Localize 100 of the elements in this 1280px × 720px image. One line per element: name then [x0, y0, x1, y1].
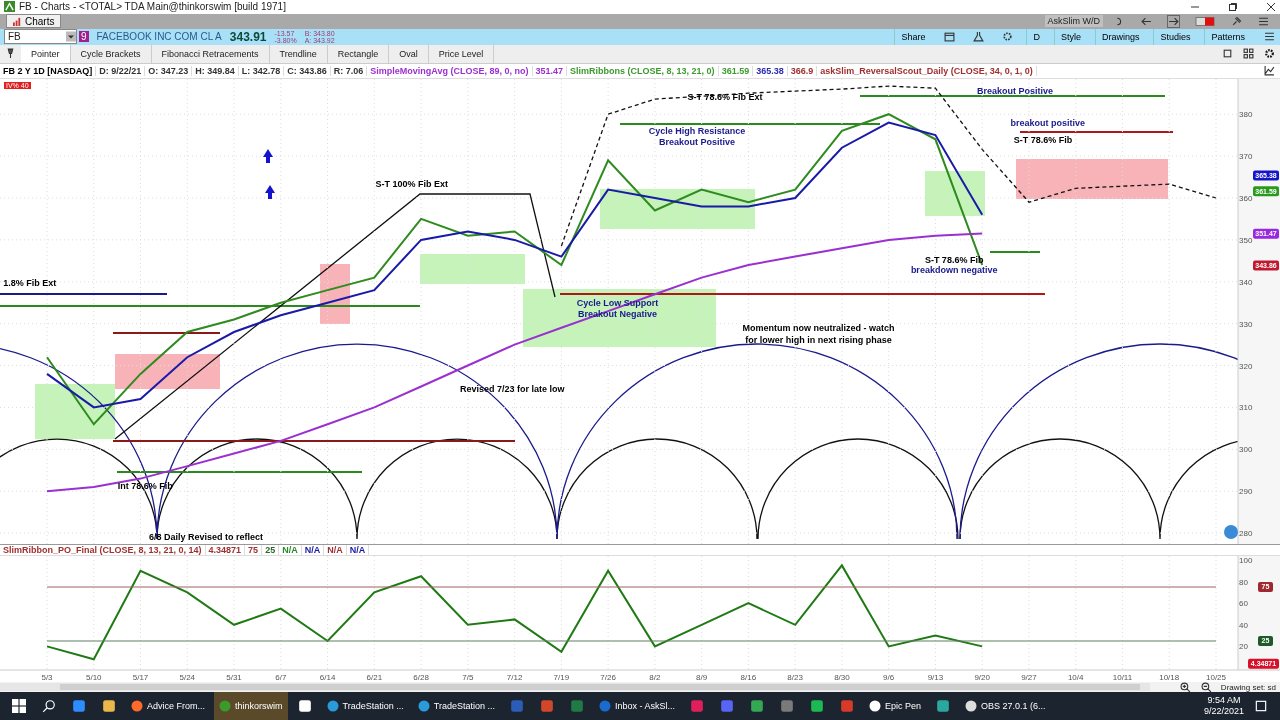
- chart-note: 1.8% Fib Ext: [3, 277, 57, 288]
- dropdown-caret-icon[interactable]: [66, 31, 76, 43]
- date-axis-label: 9/20: [974, 673, 990, 682]
- forward-arrow-icon[interactable]: [1168, 15, 1179, 27]
- date-axis-label: 9/13: [927, 673, 944, 682]
- taskbar-app[interactable]: Epic Pen: [863, 692, 926, 720]
- drawing-tool[interactable]: Trendline: [269, 44, 328, 63]
- price-axis-label: 290: [1239, 487, 1253, 496]
- drawing-tool[interactable]: Cycle Brackets: [70, 44, 152, 63]
- menu-button[interactable]: Drawings: [1094, 28, 1146, 45]
- chart-note: S-T 100% Fib Ext: [375, 178, 448, 189]
- zoom-out-icon[interactable]: [1200, 681, 1212, 693]
- chart-note: Momentum now neutralized - watch: [742, 323, 895, 334]
- charts-tab[interactable]: Charts: [6, 14, 62, 29]
- study-info: SimpleMovingAvg (CLOSE, 89, 0, no): [367, 65, 533, 76]
- drawing-tool[interactable]: Rectangle: [327, 44, 390, 63]
- study-info: O: 347.23: [145, 65, 193, 76]
- menu-button[interactable]: Studies: [1153, 28, 1197, 45]
- drawing-tool[interactable]: Price Level: [428, 44, 495, 63]
- scrollbar[interactable]: [0, 683, 1150, 691]
- taskbar-app[interactable]: TradeStation ...: [321, 692, 409, 720]
- search-icon[interactable]: [42, 699, 56, 713]
- chart-note: S-T 78.6% Fib Ext: [687, 92, 763, 103]
- app-icon[interactable]: [102, 699, 116, 713]
- study-info: N/A: [346, 544, 370, 555]
- taskbar-app[interactable]: Inbox - AskSl...: [593, 692, 680, 720]
- study-info: SlimRibbons (CLOSE, 8, 13, 21, 0): [567, 65, 719, 76]
- menu-button[interactable]: D: [1026, 28, 1046, 45]
- axis-label: 60: [1239, 599, 1248, 609]
- link-group-badge[interactable]: 9: [79, 31, 89, 43]
- taskbar-app[interactable]: thinkorswim: [214, 692, 288, 720]
- flask-icon[interactable]: [973, 31, 985, 43]
- study-info: 4.34871: [205, 544, 246, 555]
- menu-icon[interactable]: [1258, 15, 1269, 27]
- date-axis-label: 5/31: [226, 673, 242, 682]
- taskbar-app[interactable]: TradeStation ...: [412, 692, 500, 720]
- bar-chart-icon: [13, 16, 22, 26]
- study-info: 25: [262, 544, 280, 555]
- app-icon[interactable]: [297, 699, 312, 713]
- date-axis-label: 8/9: [696, 673, 708, 682]
- study-info: R: 7.06: [330, 65, 368, 76]
- menu-button[interactable]: Patterns: [1204, 28, 1251, 45]
- company-name: FACEBOOK INC COM CL A: [96, 31, 222, 43]
- date-axis-label: 5/10: [85, 673, 102, 682]
- study-info: N/A: [279, 544, 302, 555]
- price-axis-label: 340: [1239, 277, 1253, 287]
- settings-icon[interactable]: [1002, 31, 1014, 43]
- calendar-icon[interactable]: [944, 31, 956, 43]
- chart-note: Breakout Positive: [976, 85, 1053, 96]
- price-axis-label: 330: [1239, 319, 1253, 329]
- grid-view-icon[interactable]: [1243, 48, 1254, 60]
- date-axis-label: 7/26: [600, 673, 616, 682]
- date-axis-label: 6/7: [275, 673, 287, 682]
- maximize-icon[interactable]: [1228, 1, 1238, 12]
- up-arrow-icon: [263, 148, 273, 163]
- date-axis-label: 8/2: [649, 673, 661, 682]
- settings-icon[interactable]: [1264, 48, 1275, 60]
- menu-button[interactable]: Style: [1053, 28, 1087, 45]
- back-arrow-icon[interactable]: [1141, 15, 1152, 27]
- chart-note: breakout positive: [1010, 118, 1085, 129]
- axis-label: 40: [1239, 620, 1248, 630]
- date-axis-label: 10/25: [1206, 673, 1226, 682]
- link-toggle-icon[interactable]: [1195, 15, 1215, 27]
- drawing-tool[interactable]: Fibonacci Retracements: [151, 44, 270, 63]
- study-info: D: 9/22/21: [96, 65, 146, 76]
- price-axis-label: 320: [1239, 361, 1253, 371]
- window-title: FB - Charts - <TOTAL> TDA Main@thinkorswim [build 1971]: [19, 1, 286, 13]
- drawing-tool[interactable]: Oval: [389, 44, 429, 63]
- pin-icon[interactable]: [5, 48, 16, 60]
- app-icon[interactable]: [809, 699, 824, 713]
- chart-note: 6/8 Daily Revised to reflect: [148, 532, 263, 543]
- study-info: 351.47: [532, 65, 568, 76]
- date-axis-label: 5/3: [41, 673, 53, 682]
- date-axis-label: 7/12: [506, 673, 523, 682]
- taskbar-date: 9/22/2021: [1203, 706, 1244, 717]
- chart-style-icon[interactable]: [1264, 65, 1275, 77]
- date-axis-label: 7/5: [462, 673, 474, 682]
- taskbar-app[interactable]: OBS 27.0.1 (6...: [960, 692, 1051, 720]
- chart-markup-drawing[interactable]: [0, 94, 1238, 540]
- pin-icon[interactable]: [1231, 15, 1242, 27]
- date-axis-label: 5/24: [179, 673, 196, 682]
- windows-start-icon[interactable]: [12, 699, 26, 713]
- zoom-in-icon[interactable]: [1179, 681, 1191, 693]
- chart-note: Cycle High Resistance: [648, 125, 746, 136]
- study-info: 365.38: [753, 65, 788, 76]
- menu-button[interactable]: Share: [894, 28, 932, 45]
- date-axis-label: 10/11: [1112, 673, 1133, 682]
- date-axis-label: 8/30: [834, 673, 850, 682]
- menu-icon[interactable]: [1264, 31, 1275, 43]
- date-axis-label: 8/23: [787, 673, 803, 682]
- symbol-field[interactable]: FB: [4, 29, 77, 45]
- study-info: 75: [245, 544, 263, 555]
- study-info: askSlim_ReversalScout_Daily (CLOSE, 34, 0, 1, 0): [817, 65, 1037, 76]
- price-axis-label: 380: [1239, 109, 1253, 119]
- notification-icon[interactable]: [1254, 699, 1268, 713]
- single-view-icon[interactable]: [1222, 48, 1233, 60]
- chart-note: Breakout Positive: [658, 136, 735, 147]
- taskbar-app[interactable]: Advice From...: [126, 692, 210, 720]
- close-icon[interactable]: [1266, 1, 1276, 12]
- price-axis-label: 360: [1239, 193, 1253, 203]
